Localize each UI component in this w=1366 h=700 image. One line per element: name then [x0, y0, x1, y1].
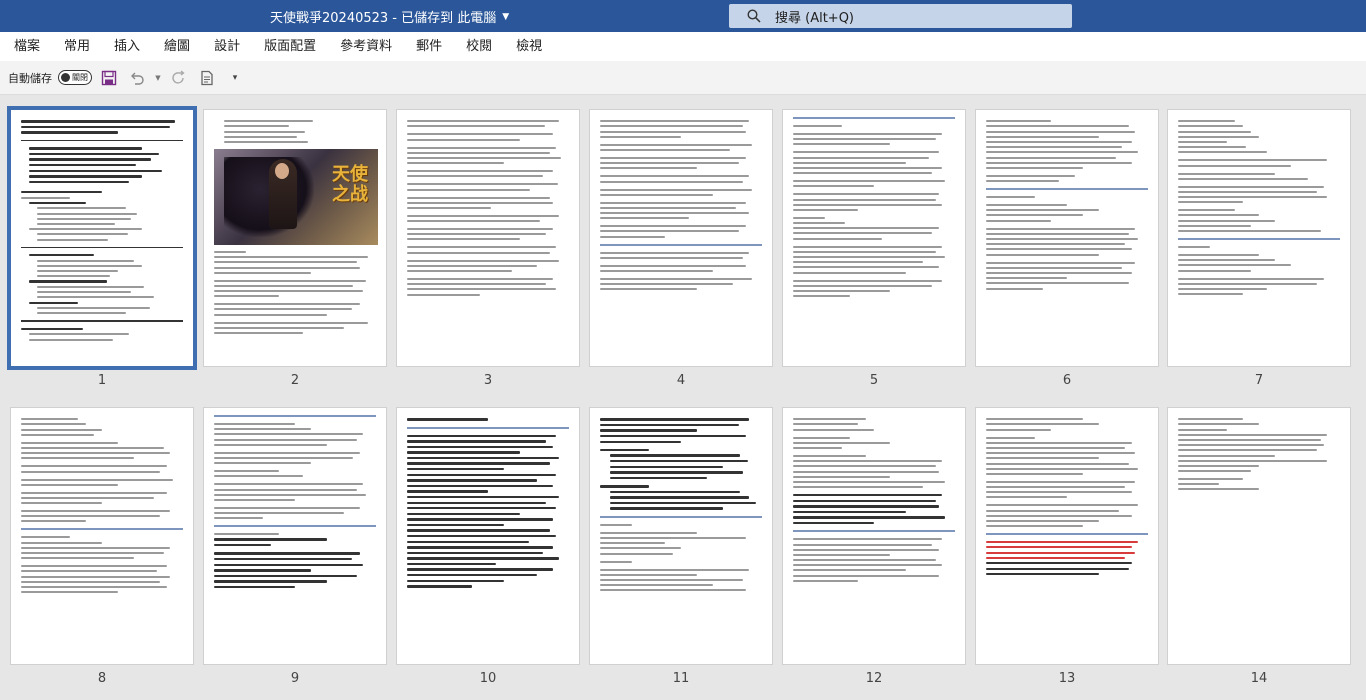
tab-design[interactable]: 設計: [202, 32, 252, 61]
undo-icon[interactable]: [126, 67, 148, 89]
page-thumbnail[interactable]: [396, 407, 580, 665]
page-thumbnail[interactable]: 天使之战: [203, 109, 387, 367]
search-placeholder: 搜尋 (Alt+Q): [775, 10, 855, 26]
tab-view[interactable]: 檢視: [504, 32, 554, 61]
tab-home[interactable]: 常用: [52, 32, 102, 61]
page-thumbnail[interactable]: [396, 109, 580, 367]
divider: [21, 320, 183, 322]
toggle-knob: [61, 73, 70, 82]
page-thumbnail[interactable]: [589, 407, 773, 665]
page-number: 3: [483, 373, 493, 388]
customize-toolbar-icon[interactable]: ▾: [224, 67, 246, 89]
page-number: 13: [1058, 671, 1076, 686]
page-number: 10: [479, 671, 497, 686]
page-number: 7: [1254, 373, 1264, 388]
page-thumbnail[interactable]: [7, 106, 197, 370]
document-icon[interactable]: [196, 67, 218, 89]
page-thumbnail[interactable]: [1167, 109, 1351, 367]
document-title[interactable]: 天使戰爭20240523 - 已儲存到 此電腦 ▼: [270, 7, 509, 26]
quick-access-toolbar: 自動儲存 關閉 ▼ ▾: [0, 61, 1366, 95]
tab-layout[interactable]: 版面配置: [252, 32, 328, 61]
cover-logo-text: 天使之战: [332, 163, 368, 205]
page-number: 4: [676, 373, 686, 388]
chevron-down-icon[interactable]: ▼: [502, 12, 509, 22]
divider: [21, 528, 183, 531]
redo-icon[interactable]: [168, 67, 190, 89]
page-thumbnail[interactable]: [975, 109, 1159, 367]
tab-insert[interactable]: 插入: [102, 32, 152, 61]
ribbon-tabs: 檔案 常用 插入 繪圖 設計 版面配置 參考資料 郵件 校閱 檢視: [0, 32, 1366, 61]
autosave-toggle[interactable]: 關閉: [58, 70, 92, 85]
page-thumbnail[interactable]: [589, 109, 773, 367]
divider: [214, 415, 376, 417]
undo-dropdown-icon[interactable]: ▼: [154, 67, 162, 89]
multi-page-view: 1 天使之战 2 3 4 5 6 7 8 9 10 11 12 13 14: [0, 95, 1366, 700]
page-number: 8: [97, 671, 107, 686]
tab-review[interactable]: 校閱: [454, 32, 504, 61]
divider: [214, 525, 376, 528]
page-number: 2: [290, 373, 300, 388]
page-number: 12: [865, 671, 883, 686]
page-number: 6: [1062, 373, 1072, 388]
search-icon: [747, 9, 761, 23]
divider: [793, 117, 955, 119]
divider: [600, 515, 762, 518]
page-thumbnail[interactable]: [10, 407, 194, 665]
divider: [793, 530, 955, 533]
page-thumbnail[interactable]: [1167, 407, 1351, 665]
cover-image: 天使之战: [214, 148, 378, 245]
divider: [986, 533, 1148, 536]
divider: [407, 426, 569, 429]
divider: [21, 139, 183, 142]
page-thumbnail[interactable]: [203, 407, 387, 665]
tab-mailings[interactable]: 郵件: [404, 32, 454, 61]
page-number: 9: [290, 671, 300, 686]
tab-file[interactable]: 檔案: [14, 32, 52, 61]
search-box[interactable]: 搜尋 (Alt+Q): [729, 4, 1072, 28]
autosave-label: 自動儲存: [8, 71, 52, 85]
page-thumbnail[interactable]: [975, 407, 1159, 665]
divider: [1178, 238, 1340, 240]
page-number: 1: [97, 373, 107, 388]
document-title-text: 天使戰爭20240523 - 已儲存到 此電腦: [270, 11, 497, 26]
divider: [21, 246, 183, 249]
tab-draw[interactable]: 繪圖: [152, 32, 202, 61]
divider: [986, 188, 1148, 191]
page-number: 5: [869, 373, 879, 388]
save-icon[interactable]: [98, 67, 120, 89]
autosave-state: 關閉: [72, 73, 88, 82]
page-thumbnail[interactable]: [782, 407, 966, 665]
page-thumbnail[interactable]: [782, 109, 966, 367]
page-number: 11: [672, 671, 690, 686]
tab-references[interactable]: 參考資料: [328, 32, 404, 61]
title-bar: 天使戰爭20240523 - 已儲存到 此電腦 ▼ 搜尋 (Alt+Q): [0, 0, 1366, 32]
page-number: 14: [1250, 671, 1268, 686]
divider: [600, 243, 762, 246]
